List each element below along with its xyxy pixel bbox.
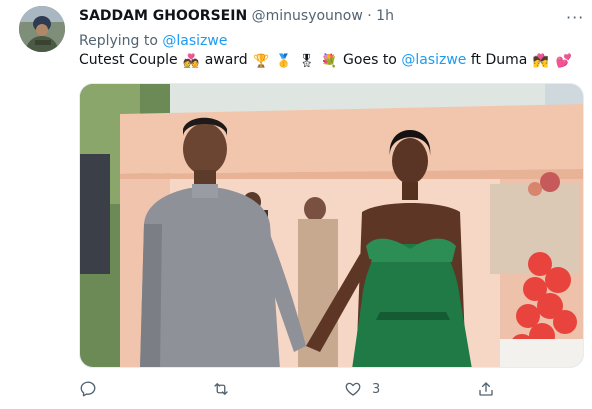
text-part: ft Duma bbox=[470, 52, 528, 68]
reply-button[interactable] bbox=[79, 377, 107, 401]
couple-emoji-icon: 💑 bbox=[183, 54, 200, 69]
retweet-button[interactable] bbox=[212, 377, 240, 401]
separator: · bbox=[367, 8, 372, 24]
share-icon bbox=[479, 382, 493, 396]
medal-emoji-icon: 🥇 bbox=[275, 54, 292, 69]
tweet[interactable]: SADDAM GHOORSEIN @minusyounow · 1h ··· R… bbox=[0, 0, 592, 409]
avatar[interactable] bbox=[19, 6, 65, 52]
bouquet-emoji-icon: 💐 bbox=[321, 54, 338, 69]
like-button[interactable]: 3 bbox=[344, 377, 380, 401]
trophy-emoji-icon: 🏆 bbox=[253, 54, 270, 69]
reply-icon bbox=[80, 381, 96, 397]
replying-to: Replying to @lasizwe bbox=[79, 33, 227, 49]
heart-icon bbox=[345, 382, 361, 396]
hearts-emoji-icon: 💕 bbox=[555, 54, 572, 69]
military-medal-emoji-icon: 🎖 bbox=[298, 54, 315, 69]
text-part: Goes to bbox=[343, 52, 397, 68]
reply-prefix: Replying to bbox=[79, 33, 158, 49]
text-part: Cutest Couple bbox=[79, 52, 178, 68]
author-handle[interactable]: @minusyounow bbox=[252, 8, 363, 24]
like-count: 3 bbox=[372, 381, 381, 397]
tweet-header: SADDAM GHOORSEIN @minusyounow · 1h bbox=[79, 8, 394, 24]
share-button[interactable] bbox=[477, 377, 495, 401]
more-options-icon[interactable]: ··· bbox=[566, 8, 584, 27]
tweet-actions: 3 bbox=[79, 377, 584, 401]
author-name[interactable]: SADDAM GHOORSEIN bbox=[79, 8, 247, 24]
retweet-icon bbox=[214, 383, 228, 395]
tweet-text: Cutest Couple 💑 award 🏆 🥇 🎖 💐 Goes to @l… bbox=[79, 52, 573, 68]
reply-mention-link[interactable]: @lasizwe bbox=[162, 33, 227, 49]
tweet-mention-link[interactable]: @lasizwe bbox=[401, 52, 466, 68]
text-part: award bbox=[204, 52, 248, 68]
kiss-emoji-icon: 💏 bbox=[532, 54, 549, 69]
tweet-photo[interactable] bbox=[79, 83, 584, 368]
timestamp[interactable]: 1h bbox=[376, 8, 394, 24]
